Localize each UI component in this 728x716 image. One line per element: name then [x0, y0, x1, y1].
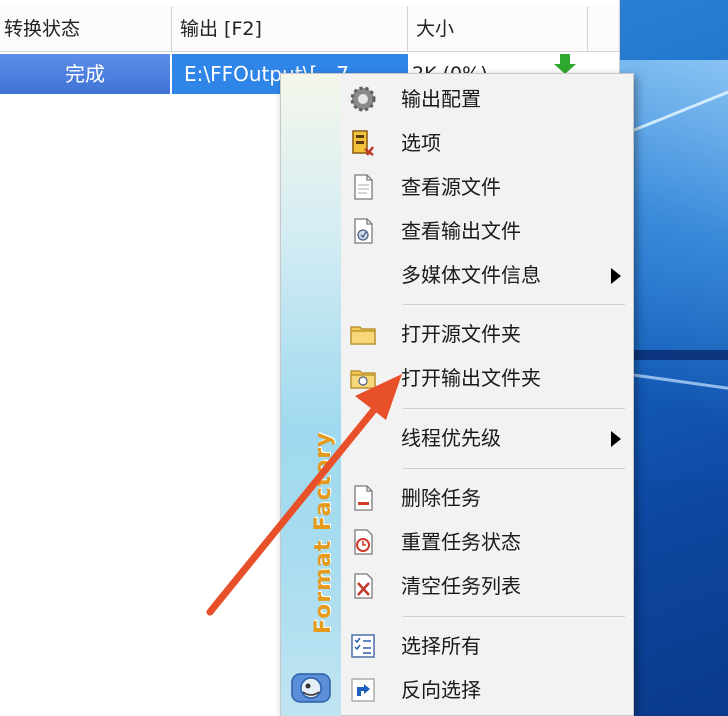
- menu-item-label: 重置任务状态: [401, 530, 521, 554]
- menu-item-open-source-folder[interactable]: 打开源文件夹: [341, 314, 633, 354]
- menu-item-options[interactable]: 选项: [341, 123, 633, 163]
- delete-task-icon: [354, 485, 373, 511]
- invert-selection-icon: [351, 678, 375, 702]
- menu-item-label: 选项: [401, 131, 441, 155]
- menu-item-select-all[interactable]: 选择所有: [341, 626, 633, 666]
- folder-icon: [350, 326, 376, 345]
- menu-item-view-output[interactable]: 查看输出文件: [341, 211, 633, 251]
- format-factory-logo-icon: [291, 673, 331, 703]
- download-arrow-icon: [554, 54, 576, 74]
- column-header-size[interactable]: 大小: [408, 6, 588, 52]
- menu-item-open-output-folder[interactable]: 打开输出文件夹: [341, 358, 633, 398]
- column-header-status[interactable]: 转换状态: [0, 6, 172, 52]
- menu-item-label: 查看源文件: [401, 175, 501, 199]
- menu-item-label: 删除任务: [401, 486, 481, 510]
- context-menu: Format Factory 输出配置 选项 查看源文件 查看输出文件 多媒体文…: [280, 73, 634, 716]
- menu-item-output-config[interactable]: 输出配置: [341, 79, 633, 119]
- wallpaper-glow: [620, 60, 728, 480]
- menu-separator: [403, 616, 625, 617]
- menu-item-invert-selection[interactable]: 反向选择: [341, 670, 633, 710]
- output-file-icon: [354, 218, 373, 244]
- menu-item-label: 打开源文件夹: [401, 322, 521, 346]
- document-icon: [354, 174, 373, 200]
- menu-item-delete-task[interactable]: 删除任务: [341, 478, 633, 518]
- menu-item-media-info[interactable]: 多媒体文件信息: [341, 255, 633, 295]
- menu-side-banner: Format Factory: [281, 74, 341, 716]
- menu-separator: [403, 408, 625, 409]
- menu-item-label: 多媒体文件信息: [401, 263, 541, 287]
- menu-item-view-source[interactable]: 查看源文件: [341, 167, 633, 207]
- reset-icon: [354, 529, 373, 555]
- menu-item-label: 反向选择: [401, 678, 481, 702]
- options-icon: [352, 130, 374, 156]
- menu-item-label: 选择所有: [401, 634, 481, 658]
- brand-text: Format Factory: [311, 431, 336, 635]
- column-header-output[interactable]: 输出 [F2]: [172, 6, 408, 52]
- submenu-arrow-icon: [611, 268, 621, 284]
- menu-separator: [403, 304, 625, 305]
- submenu-arrow-icon: [611, 431, 621, 447]
- menu-item-label: 线程优先级: [401, 426, 501, 450]
- clear-list-icon: [354, 573, 373, 599]
- column-header-extra[interactable]: [588, 6, 620, 52]
- menu-item-reset-task[interactable]: 重置任务状态: [341, 522, 633, 562]
- menu-item-label: 输出配置: [401, 87, 481, 111]
- desktop-wallpaper: [620, 0, 728, 716]
- menu-item-thread-priority[interactable]: 线程优先级: [341, 418, 633, 458]
- status-cell[interactable]: 完成: [0, 54, 170, 94]
- menu-item-label: 查看输出文件: [401, 219, 521, 243]
- checklist-icon: [351, 634, 375, 658]
- menu-item-label: 打开输出文件夹: [401, 366, 541, 390]
- open-folder-icon: [350, 370, 376, 389]
- gear-icon: [350, 86, 376, 112]
- menu-item-clear-list[interactable]: 清空任务列表: [341, 566, 633, 606]
- menu-item-label: 清空任务列表: [401, 574, 521, 598]
- wallpaper-dark-band: [620, 350, 728, 360]
- menu-separator: [403, 468, 625, 469]
